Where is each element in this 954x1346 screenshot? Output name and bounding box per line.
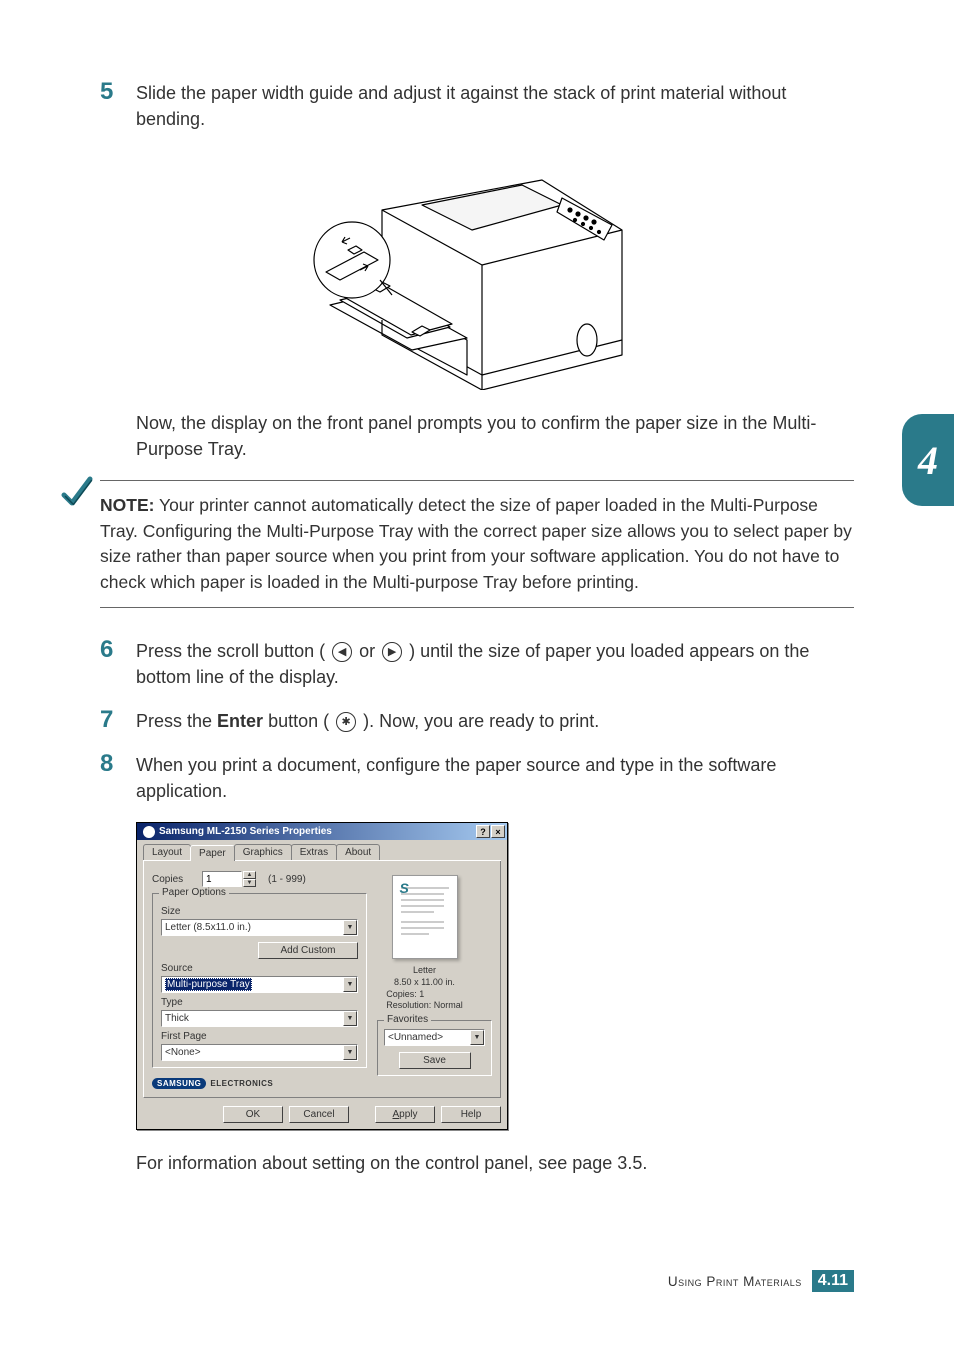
ok-button[interactable]: OK	[223, 1106, 283, 1123]
properties-dialog-screenshot: Samsung ML-2150 Series Properties ? × La…	[136, 822, 854, 1130]
apply-button[interactable]: AApplypply	[375, 1106, 435, 1123]
step-text: When you print a document, configure the…	[136, 752, 854, 804]
chevron-down-icon[interactable]: ▼	[343, 1011, 357, 1026]
tab-layout[interactable]: Layout	[143, 844, 191, 860]
chapter-tab: 4	[902, 414, 954, 506]
cancel-button[interactable]: Cancel	[289, 1106, 349, 1123]
favorites-group: Favorites <Unnamed> ▼ Save	[377, 1020, 492, 1076]
step-text: Press the scroll button ( ◀ or ▶ ) until…	[136, 638, 854, 690]
app-icon	[143, 826, 155, 838]
spin-up-icon[interactable]: ▲	[243, 871, 256, 879]
size-select[interactable]: Letter (8.5x11.0 in.) ▼	[161, 919, 358, 936]
copies-spinner[interactable]: ▲ ▼	[202, 871, 256, 887]
page-footer: Using Print Materials 4.11	[668, 1270, 854, 1292]
help-button[interactable]: Help	[441, 1106, 501, 1123]
add-custom-button[interactable]: Add Custom	[258, 942, 358, 959]
step-text: Slide the paper width guide and adjust i…	[136, 80, 854, 132]
step-number: 8	[100, 752, 136, 776]
brand-logo: SAMSUNG ELECTRONICS	[152, 1078, 367, 1089]
step-8: 8 When you print a document, configure t…	[100, 752, 854, 804]
note-label: NOTE:	[100, 495, 154, 515]
copies-label: Copies	[152, 874, 196, 885]
step-number: 5	[100, 80, 136, 104]
step-number: 7	[100, 708, 136, 732]
page-preview: S Letter	[377, 871, 472, 1012]
footer-section-title: Using Print Materials	[668, 1274, 802, 1289]
firstpage-select[interactable]: <None> ▼	[161, 1044, 358, 1061]
help-button[interactable]: ?	[476, 825, 490, 838]
chevron-down-icon[interactable]: ▼	[343, 977, 357, 992]
close-button[interactable]: ×	[491, 825, 505, 838]
preview-dims: 8.50 x 11.00 in.	[386, 977, 463, 989]
step-text: Press the Enter button ( ✱ ). Now, you a…	[136, 708, 854, 734]
copies-input[interactable]	[202, 871, 242, 887]
preview-resolution: Resolution: Normal	[386, 1000, 463, 1012]
checkmark-icon	[60, 475, 94, 509]
paper-options-group: Paper Options Size Letter (8.5x11.0 in.)…	[152, 893, 367, 1068]
preview-copies: Copies: 1	[386, 989, 463, 1001]
page-number-badge: 4.11	[812, 1270, 854, 1292]
step-6: 6 Press the scroll button ( ◀ or ▶ ) unt…	[100, 638, 854, 690]
printer-illustration	[312, 150, 642, 390]
type-label: Type	[161, 997, 358, 1008]
chevron-down-icon[interactable]: ▼	[343, 1045, 357, 1060]
chevron-down-icon[interactable]: ▼	[343, 920, 357, 935]
step-5-followup: Now, the display on the front panel prom…	[136, 410, 854, 462]
preview-format: Letter	[386, 965, 463, 977]
step-number: 6	[100, 638, 136, 662]
step-7: 7 Press the Enter button ( ✱ ). Now, you…	[100, 708, 854, 734]
source-select[interactable]: Multi-purpose Tray ▼	[161, 976, 358, 993]
note-text: NOTE: Your printer cannot automatically …	[100, 493, 854, 595]
dialog-titlebar: Samsung ML-2150 Series Properties ? ×	[137, 823, 507, 840]
scroll-left-icon: ◀	[332, 642, 352, 662]
group-title: Paper Options	[159, 887, 229, 898]
spin-down-icon[interactable]: ▼	[243, 879, 256, 887]
favorites-select[interactable]: <Unnamed> ▼	[384, 1029, 485, 1046]
source-label: Source	[161, 963, 358, 974]
type-select[interactable]: Thick ▼	[161, 1010, 358, 1027]
step-8-followup: For information about setting on the con…	[136, 1150, 854, 1176]
tab-bar: Layout Paper Graphics Extras About	[143, 844, 501, 861]
copies-range: (1 - 999)	[268, 874, 306, 885]
tab-paper[interactable]: Paper	[190, 845, 235, 861]
tab-graphics[interactable]: Graphics	[234, 844, 292, 860]
note-block: NOTE: Your printer cannot automatically …	[100, 480, 854, 608]
tab-extras[interactable]: Extras	[291, 844, 337, 860]
firstpage-label: First Page	[161, 1031, 358, 1042]
save-button[interactable]: Save	[399, 1052, 471, 1069]
size-label: Size	[161, 906, 358, 917]
step-5: 5 Slide the paper width guide and adjust…	[100, 80, 854, 132]
chevron-down-icon[interactable]: ▼	[470, 1030, 484, 1045]
group-title: Favorites	[384, 1014, 431, 1025]
dialog-title: Samsung ML-2150 Series Properties	[159, 826, 476, 837]
scroll-right-icon: ▶	[382, 642, 402, 662]
tab-about[interactable]: About	[336, 844, 380, 860]
enter-icon: ✱	[336, 712, 356, 732]
